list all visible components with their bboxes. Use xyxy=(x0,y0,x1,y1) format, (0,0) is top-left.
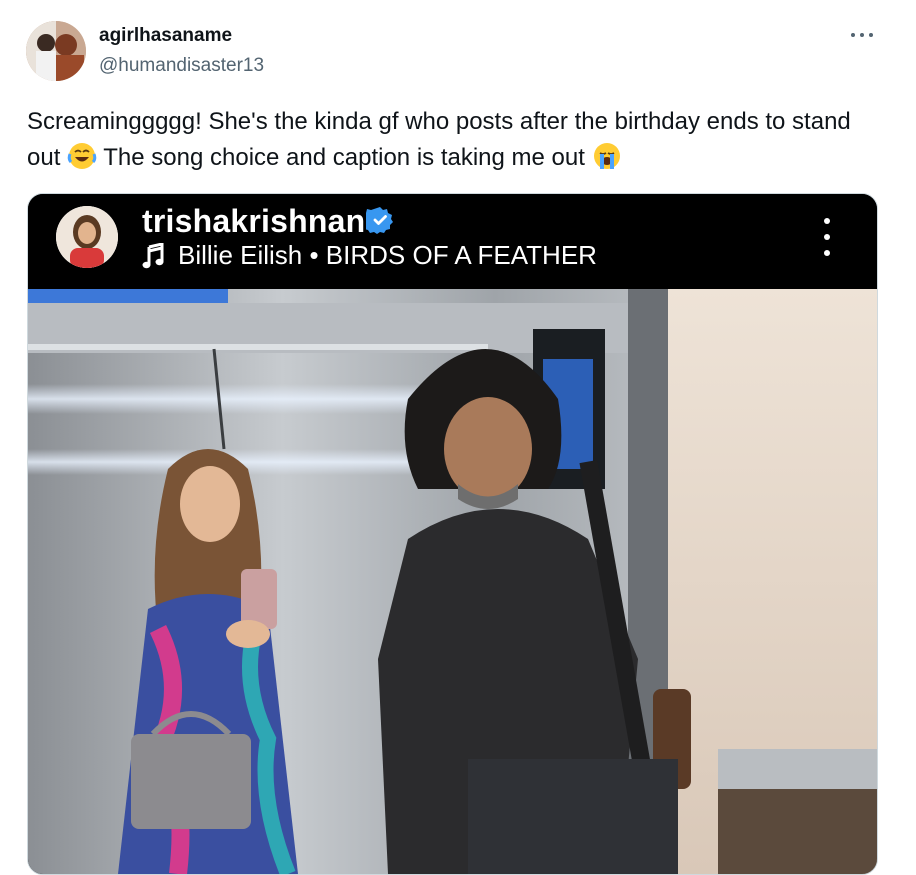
author-avatar[interactable] xyxy=(26,21,86,81)
instagram-avatar[interactable] xyxy=(56,206,118,268)
music-note-icon xyxy=(142,242,164,268)
loudly-crying-face-emoji xyxy=(593,143,620,169)
more-dot xyxy=(824,234,830,240)
author-handle[interactable]: @humandisaster13 xyxy=(99,55,264,77)
song-info[interactable]: Billie Eilish • BIRDS OF A FEATHER xyxy=(142,240,597,271)
verified-badge-icon xyxy=(366,207,393,234)
face-with-tears-of-joy-emoji xyxy=(67,143,97,169)
more-dot xyxy=(869,33,873,37)
instagram-more-button[interactable] xyxy=(822,218,832,256)
tweet-text: Screaminggggg! She's the kinda gf who po… xyxy=(27,104,887,176)
more-vertical-icon xyxy=(824,218,830,224)
more-horizontal-icon xyxy=(851,33,855,37)
more-dot xyxy=(824,250,830,256)
instagram-header: trishakrishnan Billie Eilish • BIRDS OF … xyxy=(28,194,877,289)
tweet-text-part2: The song choice and caption is taking me… xyxy=(97,144,592,171)
instagram-username[interactable]: trishakrishnan xyxy=(142,203,365,240)
song-title: Billie Eilish • BIRDS OF A FEATHER xyxy=(178,240,597,270)
author-display-name[interactable]: agirlhasaname xyxy=(99,25,232,47)
more-options-button[interactable] xyxy=(846,24,878,46)
elevator-mirror-selfie-photo[interactable] xyxy=(28,289,877,874)
media-card[interactable]: trishakrishnan Billie Eilish • BIRDS OF … xyxy=(27,193,878,875)
more-dot xyxy=(860,33,864,37)
